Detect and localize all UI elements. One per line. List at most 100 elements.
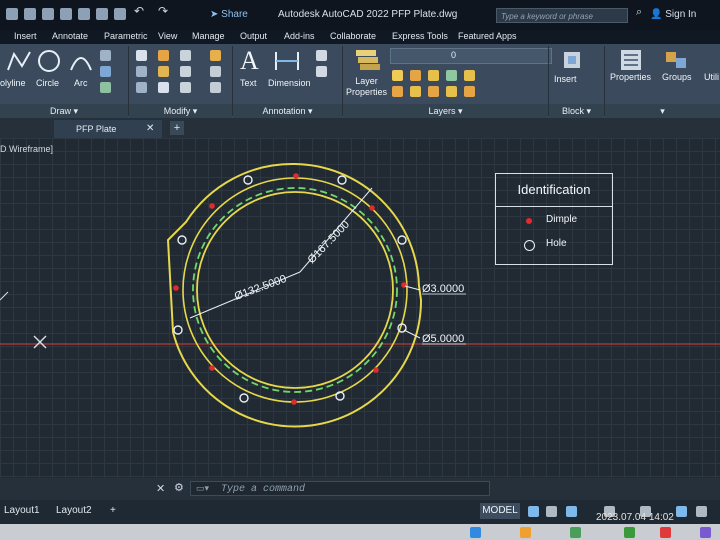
- offset-icon[interactable]: [210, 82, 221, 93]
- dimple: [401, 282, 407, 288]
- insert-block-icon[interactable]: [560, 48, 584, 72]
- layer-dropdown[interactable]: 0: [390, 48, 552, 64]
- hole: [337, 175, 347, 185]
- layer-walk-icon[interactable]: [428, 86, 439, 97]
- circle-icon[interactable]: [36, 48, 62, 74]
- layer-previous-icon[interactable]: [410, 86, 421, 97]
- panel-block[interactable]: Block ▾: [549, 104, 604, 118]
- array-icon[interactable]: [180, 82, 191, 93]
- add-layout-icon[interactable]: +: [110, 505, 116, 516]
- tab-add-ins[interactable]: Add-ins: [284, 31, 315, 41]
- leader-icon[interactable]: [316, 50, 327, 61]
- layer-merge-icon[interactable]: [446, 86, 457, 97]
- new-icon[interactable]: [24, 8, 36, 20]
- panel-draw[interactable]: Draw ▾: [0, 104, 128, 118]
- command-history-icon[interactable]: ▭▾: [196, 483, 209, 494]
- layer-off-icon[interactable]: [392, 86, 403, 97]
- move-icon[interactable]: [136, 50, 147, 61]
- customize-icon[interactable]: ⚙: [174, 481, 184, 494]
- save-icon[interactable]: [60, 8, 72, 20]
- new-tab-icon[interactable]: +: [170, 121, 184, 135]
- scale-icon[interactable]: [158, 82, 169, 93]
- explode-icon[interactable]: [210, 66, 221, 77]
- tab-parametric[interactable]: Parametric: [104, 31, 148, 41]
- save-as-icon[interactable]: [78, 8, 90, 20]
- search-icon[interactable]: ⌕: [636, 6, 648, 18]
- file-tab-pfp-plate[interactable]: PFP Plate ✕: [54, 120, 162, 138]
- sign-in-button[interactable]: 👤 Sign In: [650, 9, 696, 20]
- command-input[interactable]: Type a command: [190, 481, 490, 496]
- legend-label-dimple: Dimple: [546, 214, 578, 225]
- panel-more[interactable]: ▾: [605, 104, 720, 118]
- annotation-scale-icon[interactable]: [676, 506, 687, 517]
- tab-featured-apps[interactable]: Featured Apps: [458, 31, 517, 41]
- tab-view[interactable]: View: [158, 31, 177, 41]
- close-tab-icon[interactable]: ✕: [146, 120, 154, 138]
- tab-annotate[interactable]: Annotate: [52, 31, 88, 41]
- panel-layers[interactable]: Layers ▾: [343, 104, 548, 118]
- erase-icon[interactable]: [210, 50, 221, 61]
- model-space-button[interactable]: MODEL: [480, 503, 520, 519]
- redo-icon[interactable]: ↷: [158, 4, 170, 18]
- line-icon[interactable]: [100, 50, 111, 61]
- ortho-icon[interactable]: [566, 506, 577, 517]
- hole: [173, 325, 183, 335]
- tab-collaborate[interactable]: Collaborate: [330, 31, 376, 41]
- undo-icon[interactable]: ↶: [134, 4, 146, 18]
- layer-on-icon[interactable]: [392, 70, 403, 81]
- tab-layout1[interactable]: Layout1: [4, 505, 40, 516]
- tab-manage[interactable]: Manage: [192, 31, 225, 41]
- taskbar-app-icon[interactable]: [570, 527, 581, 538]
- trim-icon[interactable]: [180, 50, 191, 61]
- taskbar-app-icon[interactable]: [520, 527, 531, 538]
- tab-express-tools[interactable]: Express Tools: [392, 31, 448, 41]
- arc-icon[interactable]: [68, 48, 94, 74]
- rectangle-icon[interactable]: [100, 66, 111, 77]
- search-input[interactable]: Type a keyword or phrase: [496, 8, 628, 23]
- copy-icon[interactable]: [136, 66, 147, 77]
- text-icon[interactable]: A: [240, 46, 259, 76]
- legend-box: Identification Dimple Hole: [495, 173, 613, 265]
- panel-annotation[interactable]: Annotation ▾: [233, 104, 342, 118]
- share-button[interactable]: ➤ Share: [210, 9, 248, 20]
- snap-icon[interactable]: [546, 506, 557, 517]
- hatch-icon[interactable]: [100, 82, 111, 93]
- panel-modify[interactable]: Modify ▾: [129, 104, 232, 118]
- layer-properties-icon[interactable]: [352, 48, 382, 72]
- tab-output[interactable]: Output: [240, 31, 267, 41]
- layer-freeze-icon[interactable]: [410, 70, 421, 81]
- panel-layers-label: Layers: [428, 106, 456, 116]
- grid-icon[interactable]: [528, 506, 539, 517]
- stretch-icon[interactable]: [136, 82, 147, 93]
- os-taskbar: [0, 524, 720, 540]
- layer-isolate-icon[interactable]: [464, 70, 475, 81]
- file-tab-label: PFP Plate: [76, 124, 117, 134]
- open-icon[interactable]: [42, 8, 54, 20]
- workspace-icon[interactable]: [696, 506, 707, 517]
- rotate-icon[interactable]: [158, 50, 169, 61]
- plot-icon[interactable]: [114, 8, 126, 20]
- layer-delete-icon[interactable]: [464, 86, 475, 97]
- close-command-icon[interactable]: ✕: [156, 482, 165, 495]
- taskbar-app-icon[interactable]: [624, 527, 635, 538]
- mirror-icon[interactable]: [158, 66, 169, 77]
- layer-match-icon[interactable]: [446, 70, 457, 81]
- web-icon[interactable]: [96, 8, 108, 20]
- taskbar-app-icon[interactable]: [470, 527, 481, 538]
- layer-lock-icon[interactable]: [428, 70, 439, 81]
- taskbar-app-icon[interactable]: [700, 527, 711, 538]
- tab-layout2[interactable]: Layout2: [56, 505, 92, 516]
- table-icon[interactable]: [316, 66, 327, 77]
- taskbar-app-icon[interactable]: [660, 527, 671, 538]
- app-menu-icon[interactable]: [6, 8, 18, 20]
- groups-icon[interactable]: [664, 48, 690, 72]
- dimple-legend-icon: [526, 218, 532, 224]
- polyline-icon[interactable]: [6, 48, 32, 74]
- dimension-icon[interactable]: [272, 48, 302, 74]
- panel-annotation-label: Annotation: [262, 106, 306, 116]
- share-label: Share: [221, 9, 248, 20]
- fillet-icon[interactable]: [180, 66, 191, 77]
- tab-insert[interactable]: Insert: [14, 31, 37, 41]
- ucs-icon: [0, 291, 9, 301]
- properties-icon[interactable]: [618, 48, 644, 72]
